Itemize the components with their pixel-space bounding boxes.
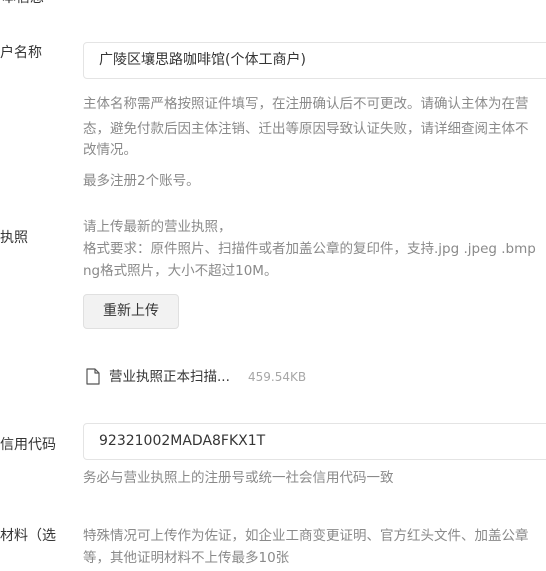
- reupload-button[interactable]: 重新上传: [83, 294, 179, 329]
- merchant-name-help-line-3: 改情况。: [83, 142, 137, 158]
- merchant-name-label: 户名称: [0, 45, 42, 61]
- uploaded-file-name[interactable]: 营业执照正本扫描...: [109, 367, 230, 387]
- merchant-name-help-line-2: 态，避免付款后因主体注销、迁出等原因导致认证失败，请详细查阅主体不: [83, 121, 529, 137]
- credit-code-help: 务必与营业执照上的注册号或统一社会信用代码一致: [83, 470, 394, 486]
- uploaded-file-size: 459.54KB: [248, 370, 307, 384]
- business-license-label: 执照: [0, 230, 28, 246]
- credit-code-input[interactable]: 92321002MADA8FKX1T: [83, 423, 546, 460]
- file-icon: [86, 368, 100, 385]
- merchant-name-help-line-1: 主体名称需严格按照证件填写，在注册确认后不可更改。请确认主体为在营: [83, 96, 529, 112]
- section-label: 本信息: [2, 0, 44, 8]
- account-limit-note: 最多注册2个账号。: [83, 173, 200, 189]
- supplementary-label: 材料（选: [0, 528, 56, 544]
- merchant-name-input[interactable]: 广陵区壤思路咖啡馆(个体工商户): [83, 42, 546, 79]
- license-instruction-line-3: ng格式照片，大小不超过10M。: [83, 263, 278, 279]
- credit-code-label: 信用代码: [0, 437, 56, 453]
- supplementary-help-line-2: 等，其他证明材料不上传最多10张: [83, 550, 290, 566]
